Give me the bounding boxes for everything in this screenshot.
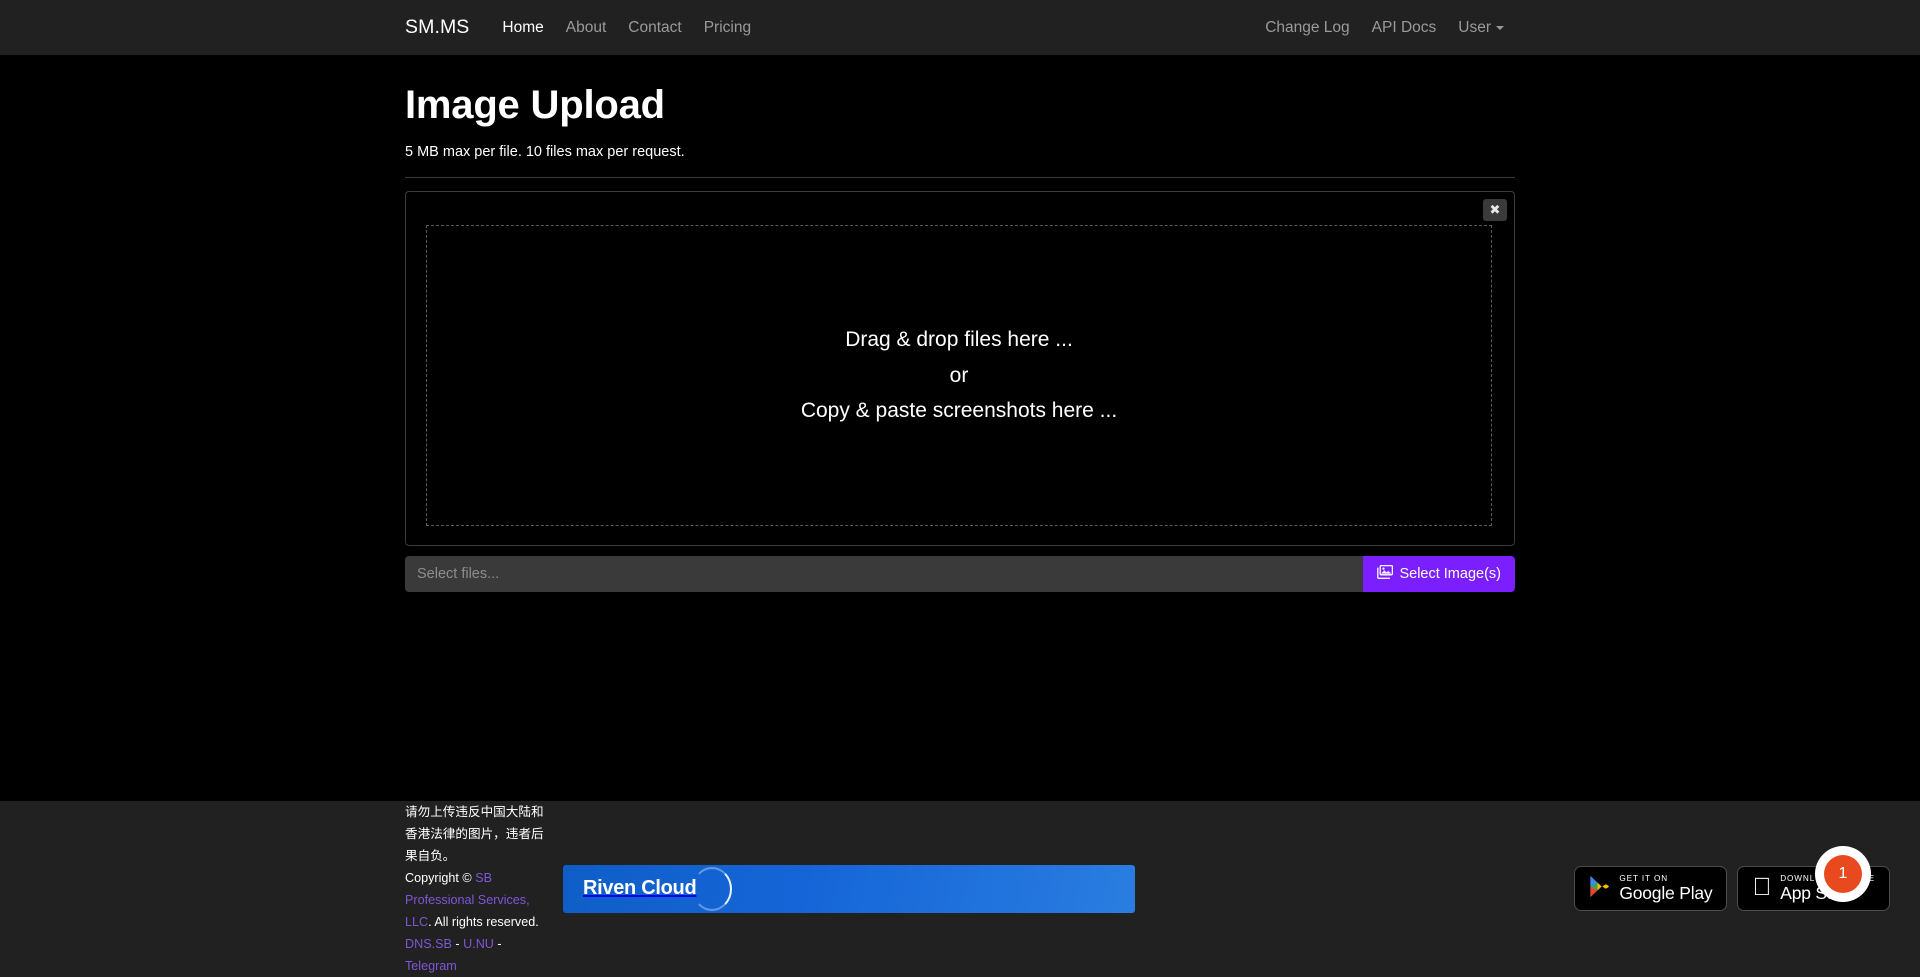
google-play-text: GET IT ON Google Play bbox=[1619, 875, 1712, 903]
navbar-right-group: Change Log API Docs User bbox=[1254, 0, 1515, 55]
navbar-left-group: SM.MS Home About Contact Pricing bbox=[405, 0, 1254, 55]
dropzone-line-or: or bbox=[950, 358, 969, 394]
footer-store-badges: GET IT ON Google Play  Download on the … bbox=[1574, 866, 1920, 911]
footer-link-u-nu[interactable]: U.NU bbox=[463, 937, 494, 951]
brand-logo[interactable]: SM.MS bbox=[405, 16, 469, 39]
page-subtitle: 5 MB max per file. 10 files max per requ… bbox=[405, 144, 1515, 160]
close-icon[interactable]: ✖ bbox=[1483, 199, 1507, 221]
main-content: Image Upload 5 MB max per file. 10 files… bbox=[0, 55, 1920, 801]
nav-link-contact[interactable]: Contact bbox=[617, 0, 692, 55]
notification-badge[interactable]: 1 bbox=[1815, 846, 1871, 902]
footer-text-block: 请勿上传违反中国大陆和香港法律的图片，违者后果自负。 Copyright © S… bbox=[0, 801, 555, 977]
file-path-input[interactable] bbox=[405, 556, 1363, 592]
dropzone-line-drag: Drag & drop files here ... bbox=[845, 322, 1073, 358]
footer-separator-2: - bbox=[494, 937, 502, 951]
apple-icon:  bbox=[1752, 875, 1771, 900]
content-container: Image Upload 5 MB max per file. 10 files… bbox=[405, 55, 1515, 592]
footer-banner-slot: Riven Cloud bbox=[563, 865, 1135, 913]
dropzone-line-paste: Copy & paste screenshots here ... bbox=[801, 393, 1117, 429]
nav-link-user-label: User bbox=[1458, 19, 1491, 36]
nav-dropdown-user[interactable]: User bbox=[1447, 0, 1515, 55]
nav-link-home[interactable]: Home bbox=[491, 0, 554, 55]
navbar-container: SM.MS Home About Contact Pricing Change … bbox=[405, 0, 1515, 55]
nav-link-api-docs[interactable]: API Docs bbox=[1361, 0, 1448, 55]
nav-link-pricing[interactable]: Pricing bbox=[693, 0, 762, 55]
nav-link-about[interactable]: About bbox=[555, 0, 618, 55]
nav-link-change-log[interactable]: Change Log bbox=[1254, 0, 1360, 55]
google-play-icon bbox=[1589, 875, 1610, 903]
notification-count: 1 bbox=[1824, 855, 1862, 893]
copyright-suffix: . All rights reserved. bbox=[428, 915, 539, 929]
riven-cloud-title: Riven Cloud bbox=[583, 877, 696, 900]
upload-card: ✖ Drag & drop files here ... or Copy & p… bbox=[405, 191, 1515, 546]
google-play-big-label: Google Play bbox=[1619, 885, 1712, 903]
select-images-button[interactable]: Select Image(s) bbox=[1363, 556, 1515, 592]
footer-link-dns-sb[interactable]: DNS.SB bbox=[405, 937, 452, 951]
crescent-arc-icon bbox=[692, 867, 732, 911]
footer-link-telegram[interactable]: Telegram bbox=[405, 959, 457, 973]
image-icon bbox=[1377, 565, 1393, 583]
chevron-down-icon bbox=[1496, 26, 1504, 30]
footer-container: 请勿上传违反中国大陆和香港法律的图片，违者后果自负。 Copyright © S… bbox=[0, 801, 1920, 977]
footer-separator-1: - bbox=[452, 937, 463, 951]
footer-copyright-line: Copyright © SB Professional Services, LL… bbox=[405, 867, 555, 977]
copyright-prefix: Copyright © bbox=[405, 871, 475, 885]
page-title: Image Upload bbox=[405, 82, 1515, 128]
dropzone[interactable]: Drag & drop files here ... or Copy & pas… bbox=[426, 225, 1492, 526]
top-navbar: SM.MS Home About Contact Pricing Change … bbox=[0, 0, 1920, 55]
riven-cloud-banner[interactable]: Riven Cloud bbox=[563, 865, 1135, 913]
footer-legal-notice-cn: 请勿上传违反中国大陆和香港法律的图片，违者后果自负。 bbox=[405, 801, 555, 867]
page-footer: 请勿上传违反中国大陆和香港法律的图片，违者后果自负。 Copyright © S… bbox=[0, 801, 1920, 977]
google-play-badge[interactable]: GET IT ON Google Play bbox=[1574, 866, 1727, 911]
title-divider bbox=[405, 177, 1515, 178]
file-select-group: Select Image(s) bbox=[405, 556, 1515, 592]
select-images-label: Select Image(s) bbox=[1399, 566, 1501, 582]
google-play-small-label: GET IT ON bbox=[1619, 875, 1712, 883]
